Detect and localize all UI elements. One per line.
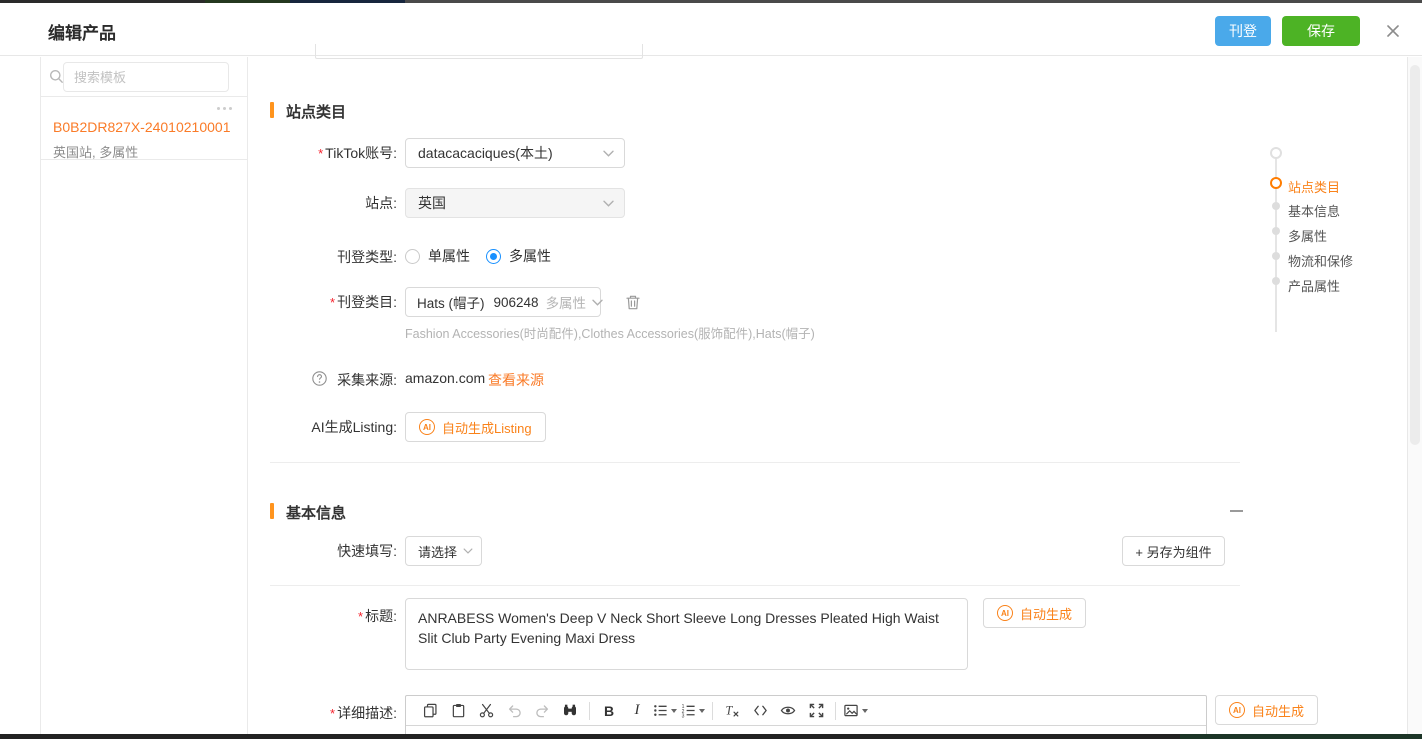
section-bar <box>270 503 274 519</box>
auto-generate-title-button[interactable]: AI 自动生成 <box>983 598 1086 628</box>
redo-icon[interactable] <box>530 699 554 723</box>
search-input[interactable] <box>63 62 229 92</box>
source-value: amazon.com <box>405 370 485 386</box>
collapse-section-icon[interactable] <box>1230 510 1243 512</box>
step-product-attribute[interactable]: 产品属性 <box>1288 276 1340 295</box>
search-icon <box>49 69 64 84</box>
ai-icon: AI <box>997 605 1013 621</box>
section-divider <box>270 585 1240 586</box>
caret-down-icon <box>699 709 705 713</box>
section-bar <box>270 102 274 118</box>
scrollbar-track[interactable] <box>1407 57 1422 734</box>
svg-text:3: 3 <box>682 713 685 718</box>
chevron-down-icon <box>463 548 473 554</box>
description-editor: B I 123 T <box>405 695 1207 739</box>
cut-icon[interactable] <box>474 699 498 723</box>
edit-product-modal: 编辑产品 刊登 保存 B0B2DR827X-24010210001 英国站, 多… <box>0 0 1422 739</box>
step-basic-info[interactable]: 基本信息 <box>1288 201 1340 220</box>
item-more-menu-icon[interactable] <box>214 104 235 113</box>
auto-generate-description-button[interactable]: AI 自动生成 <box>1215 695 1318 725</box>
category-path: Fashion Accessories(时尚配件),Clothes Access… <box>405 323 815 342</box>
undo-icon[interactable] <box>502 699 526 723</box>
close-icon[interactable] <box>1384 22 1402 40</box>
fullscreen-icon[interactable] <box>804 699 828 723</box>
bottom-edge-strip <box>0 734 1422 739</box>
required-mark: * <box>358 609 363 624</box>
step-logistics[interactable]: 物流和保修 <box>1288 251 1353 270</box>
site-select[interactable]: 英国 <box>405 188 625 218</box>
toolbar-separator <box>835 702 836 720</box>
step-site-category[interactable]: 站点类目 <box>1288 177 1340 196</box>
publish-button[interactable]: 刊登 <box>1215 16 1271 46</box>
chevron-down-icon <box>603 150 614 157</box>
step-node-logistics[interactable] <box>1272 252 1280 260</box>
page-title: 编辑产品 <box>48 19 116 44</box>
view-source-link[interactable]: 查看来源 <box>488 370 544 390</box>
template-list-item[interactable]: B0B2DR827X-24010210001 英国站, 多属性 <box>41 96 247 160</box>
tiktok-account-select[interactable]: datacacaciques(本土) <box>405 138 625 168</box>
step-navigation: 站点类目 基本信息 多属性 物流和保修 产品属性 <box>1262 140 1392 400</box>
template-code[interactable]: B0B2DR827X-24010210001 <box>53 119 235 135</box>
ai-icon: AI <box>419 419 435 435</box>
quick-fill-select[interactable]: 请选择 <box>405 536 482 566</box>
step-node-product-attribute[interactable] <box>1272 277 1280 285</box>
modal-header: 编辑产品 刊登 保存 <box>0 3 1422 56</box>
toolbar-separator <box>589 702 590 720</box>
required-mark: * <box>318 146 323 161</box>
radio-single-attribute[interactable]: 单属性 <box>405 246 470 266</box>
chevron-down-icon <box>603 200 614 207</box>
svg-text:T: T <box>725 703 733 717</box>
template-search <box>41 57 247 96</box>
scrollbar-thumb[interactable] <box>1410 65 1420 445</box>
radio-checked-icon[interactable] <box>486 249 501 264</box>
chevron-down-icon <box>592 299 603 306</box>
toolbar-separator <box>712 702 713 720</box>
step-node-basic-info[interactable] <box>1272 202 1280 210</box>
preview-eye-icon[interactable] <box>776 699 800 723</box>
step-multi-attribute[interactable]: 多属性 <box>1288 226 1327 245</box>
bold-icon[interactable]: B <box>597 699 621 723</box>
image-icon[interactable] <box>843 699 868 723</box>
required-mark: * <box>330 295 335 310</box>
editor-toolbar: B I 123 T <box>406 696 1206 726</box>
section-divider <box>270 462 1240 463</box>
step-node-top <box>1270 147 1282 159</box>
template-sidebar: B0B2DR827X-24010210001 英国站, 多属性 <box>40 57 248 734</box>
title-textarea[interactable]: ANRABESS Women's Deep V Neck Short Sleev… <box>405 598 968 670</box>
code-view-icon[interactable] <box>748 699 772 723</box>
radio-multi-attribute[interactable]: 多属性 <box>486 246 551 266</box>
bulleted-list-icon[interactable] <box>653 699 677 723</box>
category-select[interactable]: Hats (帽子) 906248 多属性 <box>405 287 601 317</box>
save-as-component-button[interactable]: + 另存为组件 <box>1122 536 1225 566</box>
radio-unchecked-icon[interactable] <box>405 249 420 264</box>
caret-down-icon <box>671 709 677 713</box>
clear-format-icon[interactable]: T <box>720 699 744 723</box>
save-button[interactable]: 保存 <box>1282 16 1360 46</box>
scrolled-input-remnant <box>315 44 643 59</box>
ai-generate-listing-button[interactable]: AI 自动生成Listing <box>405 412 546 442</box>
ai-icon: AI <box>1229 702 1245 718</box>
required-mark: * <box>330 706 335 721</box>
caret-down-icon <box>862 709 868 713</box>
find-replace-icon[interactable] <box>558 699 582 723</box>
form-main: 站点类目 *TikTok账号: datacacaciques(本土) 站点: 英… <box>248 57 1407 739</box>
italic-icon[interactable]: I <box>625 699 649 723</box>
paste-icon[interactable] <box>446 699 470 723</box>
copy-icon[interactable] <box>418 699 442 723</box>
step-node-site-category[interactable] <box>1270 177 1282 189</box>
template-meta: 英国站, 多属性 <box>53 142 235 161</box>
numbered-list-icon[interactable]: 123 <box>681 699 705 723</box>
step-node-multi-attribute[interactable] <box>1272 227 1280 235</box>
delete-category-icon[interactable] <box>625 294 641 311</box>
